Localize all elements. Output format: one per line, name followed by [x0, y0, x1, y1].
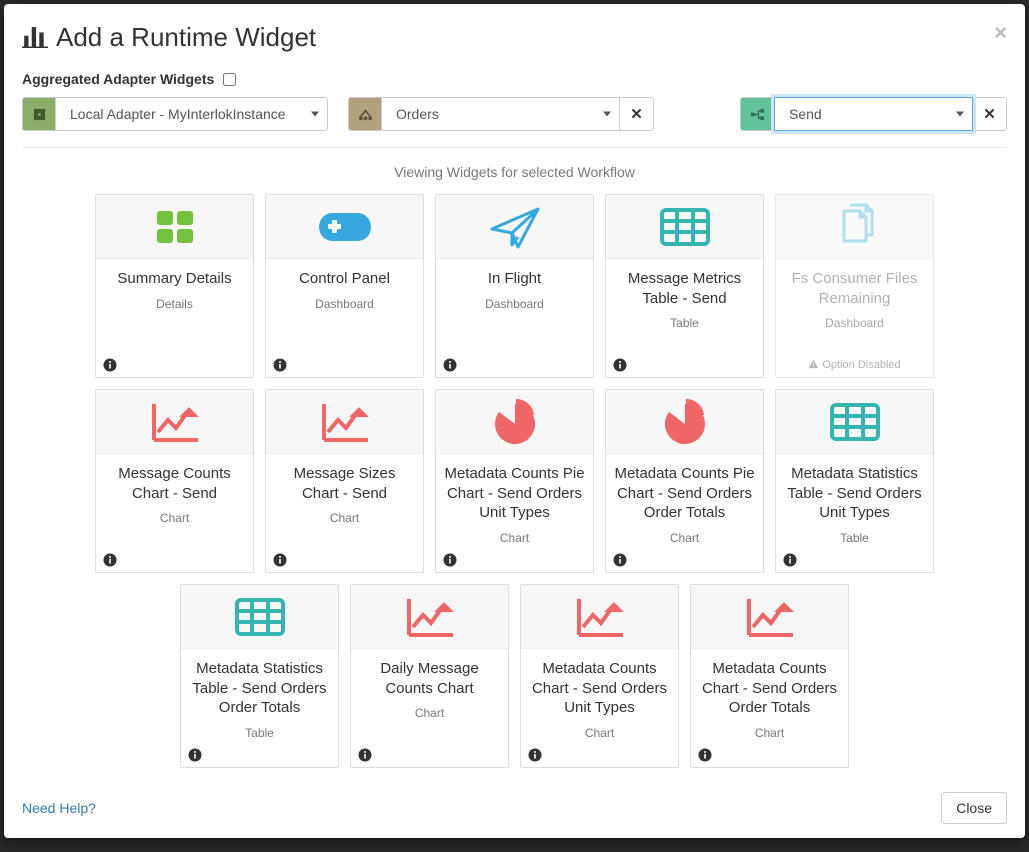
adapter-select-value: Local Adapter - MyInterlokInstance	[70, 106, 286, 122]
widget-card-subtitle: Table	[606, 316, 763, 330]
widget-card-subtitle: Chart	[436, 531, 593, 545]
info-icon[interactable]	[103, 358, 117, 372]
pie-icon	[606, 390, 763, 454]
add-widget-modal: Add a Runtime Widget × Aggregated Adapte…	[4, 4, 1025, 838]
widget-card-title: Metadata Counts Pie Chart - Send Orders …	[606, 454, 763, 523]
widget-card-subtitle: Chart	[351, 706, 508, 720]
divider	[22, 147, 1007, 148]
widget-card-title: Daily Message Counts Chart	[351, 649, 508, 698]
widget-card: Fs Consumer Files Remaining Dashboard Opti…	[775, 194, 934, 378]
widget-card-title: Metadata Counts Pie Chart - Send Orders …	[436, 454, 593, 523]
channel-select-group: Orders ✕	[348, 97, 654, 131]
widget-card-title: Control Panel	[266, 259, 423, 289]
info-icon[interactable]	[188, 748, 202, 762]
widget-card-subtitle: Table	[776, 531, 933, 545]
channel-select-value: Orders	[396, 106, 439, 122]
line-chart-icon	[266, 390, 423, 454]
widget-card-subtitle: Dashboard	[266, 297, 423, 311]
info-icon[interactable]	[443, 358, 457, 372]
info-icon[interactable]	[273, 553, 287, 567]
aggregated-checkbox[interactable]	[223, 73, 236, 86]
adapter-select[interactable]: Local Adapter - MyInterlokInstance	[56, 97, 328, 131]
pie-icon	[436, 390, 593, 454]
widget-card[interactable]: Metadata Counts Chart - Send Orders Unit…	[520, 584, 679, 768]
widget-card-title: In Flight	[436, 259, 593, 289]
widget-card-title: Fs Consumer Files Remaining	[776, 259, 933, 308]
widget-card-title: Message Counts Chart - Send	[96, 454, 253, 503]
widget-card-title: Summary Details	[96, 259, 253, 289]
modal-header: Add a Runtime Widget ×	[22, 22, 1007, 53]
widget-card-subtitle: Chart	[266, 511, 423, 525]
widget-card-title: Message Metrics Table - Send	[606, 259, 763, 308]
modal-footer: Need Help? Close	[22, 792, 1007, 824]
widget-card[interactable]: Metadata Counts Pie Chart - Send Orders …	[605, 389, 764, 573]
adapter-select-group: Local Adapter - MyInterlokInstance	[22, 97, 328, 131]
widget-card-subtitle: Chart	[521, 726, 678, 740]
widget-card[interactable]: Control Panel Dashboard	[265, 194, 424, 378]
widget-card-subtitle: Chart	[606, 531, 763, 545]
filter-row: Aggregated Adapter Widgets Local Adapter…	[22, 71, 1007, 131]
close-icon[interactable]: ×	[994, 22, 1007, 44]
widget-card-subtitle: Table	[181, 726, 338, 740]
widget-card[interactable]: Message Metrics Table - Send Table	[605, 194, 764, 378]
channel-clear-button[interactable]: ✕	[620, 97, 654, 131]
grid-green-icon	[96, 195, 253, 259]
widget-card[interactable]: Message Counts Chart - Send Chart	[95, 389, 254, 573]
widget-card[interactable]: Message Sizes Chart - Send Chart	[265, 389, 424, 573]
widget-card-note: Option Disabled	[776, 359, 933, 371]
table-teal-icon	[181, 585, 338, 649]
widget-card-title: Metadata Counts Chart - Send Orders Unit…	[521, 649, 678, 718]
close-button[interactable]: Close	[941, 792, 1007, 824]
widget-cards: Summary Details Details Control Panel Dashb…	[22, 194, 1007, 768]
widget-card[interactable]: Daily Message Counts Chart Chart	[350, 584, 509, 768]
widget-card-subtitle: Chart	[96, 511, 253, 525]
plane-icon	[436, 195, 593, 259]
info-icon[interactable]	[443, 553, 457, 567]
info-icon[interactable]	[613, 553, 627, 567]
widget-card-title: Metadata Counts Chart - Send Orders Orde…	[691, 649, 848, 718]
widget-card[interactable]: Summary Details Details	[95, 194, 254, 378]
widget-card[interactable]: Metadata Statistics Table - Send Orders …	[180, 584, 339, 768]
info-icon[interactable]	[358, 748, 372, 762]
widget-card-subtitle: Dashboard	[436, 297, 593, 311]
table-teal-icon	[606, 195, 763, 259]
table-teal-icon	[776, 390, 933, 454]
widget-card-subtitle: Details	[96, 297, 253, 311]
adapter-icon	[22, 97, 56, 131]
copy-doc-icon	[776, 195, 933, 259]
channel-select[interactable]: Orders	[382, 97, 620, 131]
modal-title: Add a Runtime Widget	[56, 22, 316, 53]
info-icon[interactable]	[103, 553, 117, 567]
workflow-select[interactable]: Send	[774, 97, 973, 131]
info-icon[interactable]	[698, 748, 712, 762]
workflow-select-value: Send	[789, 106, 822, 122]
widget-card-subtitle: Chart	[691, 726, 848, 740]
line-chart-icon	[351, 585, 508, 649]
need-help-link[interactable]: Need Help?	[22, 800, 96, 816]
channel-icon	[348, 97, 382, 131]
widget-card[interactable]: Metadata Counts Chart - Send Orders Orde…	[690, 584, 849, 768]
viewing-text: Viewing Widgets for selected Workflow	[22, 164, 1007, 180]
widget-card-title: Metadata Statistics Table - Send Orders …	[776, 454, 933, 523]
widget-card-subtitle: Dashboard	[776, 316, 933, 330]
line-chart-icon	[691, 585, 848, 649]
info-icon[interactable]	[273, 358, 287, 372]
line-chart-icon	[96, 390, 253, 454]
info-icon[interactable]	[528, 748, 542, 762]
line-chart-icon	[521, 585, 678, 649]
info-icon[interactable]	[783, 553, 797, 567]
widget-card[interactable]: Metadata Statistics Table - Send Orders …	[775, 389, 934, 573]
widget-card[interactable]: In Flight Dashboard	[435, 194, 594, 378]
workflow-clear-button[interactable]: ✕	[973, 97, 1007, 131]
widget-card-title: Metadata Statistics Table - Send Orders …	[181, 649, 338, 718]
aggregated-label: Aggregated Adapter Widgets	[22, 71, 214, 87]
workflow-select-group: Send ✕	[740, 97, 1007, 131]
widget-card[interactable]: Metadata Counts Pie Chart - Send Orders …	[435, 389, 594, 573]
bar-chart-icon	[22, 27, 48, 49]
widget-card-title: Message Sizes Chart - Send	[266, 454, 423, 503]
info-icon[interactable]	[613, 358, 627, 372]
workflow-icon	[740, 97, 774, 131]
controller-icon	[266, 195, 423, 259]
